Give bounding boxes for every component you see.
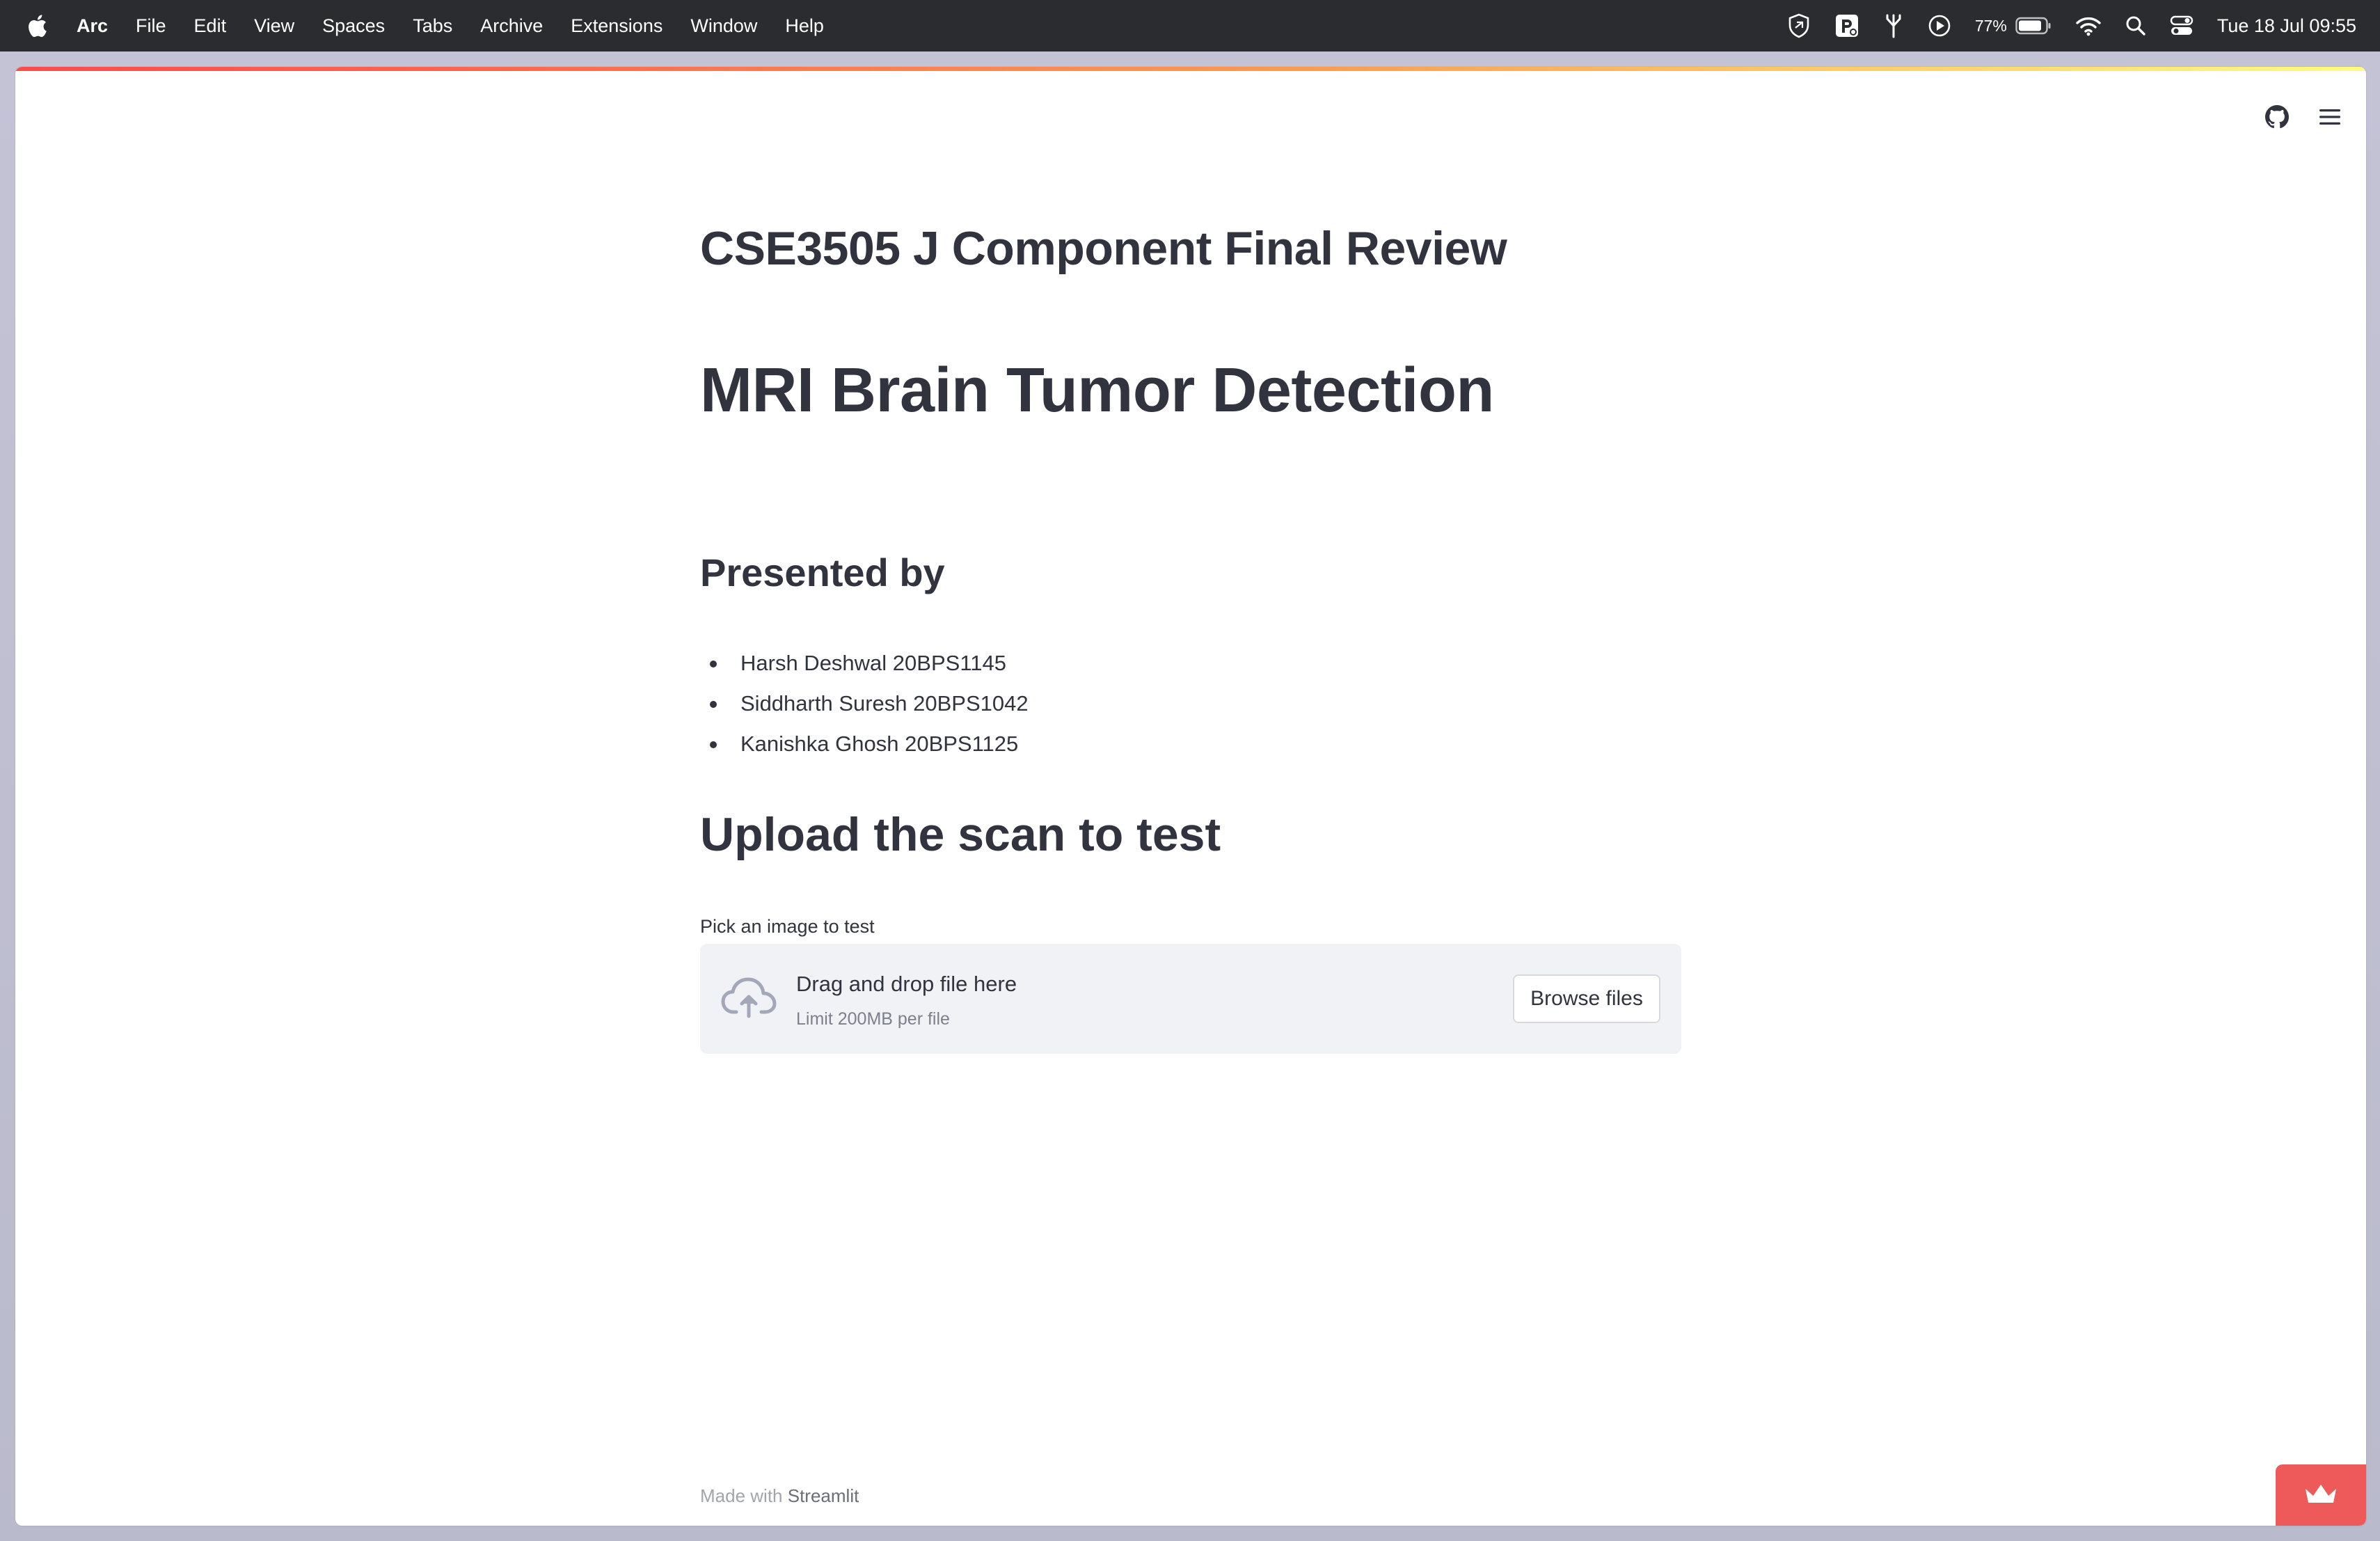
list-item: Siddharth Suresh 20BPS1042: [700, 683, 1029, 724]
battery-percent: 77%: [1974, 16, 2007, 35]
menu-window[interactable]: Window: [690, 15, 757, 37]
menu-bar-status: 77% Tue 18 Jul 09:55: [1763, 0, 2356, 52]
browse-files-button[interactable]: Browse files: [1513, 974, 1660, 1023]
footer-prefix: Made with: [700, 1485, 783, 1506]
apple-logo-icon[interactable]: [26, 14, 47, 38]
list-item: Harsh Deshwal 20BPS1145: [700, 643, 1029, 683]
wifi-icon[interactable]: [2075, 12, 2102, 40]
dropzone-limit: Limit 200MB per file: [796, 1009, 950, 1029]
uploader-label: Pick an image to test: [700, 916, 875, 937]
page-title: CSE3505 J Component Final Review: [700, 222, 1507, 275]
play-circle-icon[interactable]: [1928, 12, 1951, 40]
app-badge-icon[interactable]: [1834, 12, 1859, 40]
fork-icon[interactable]: [1883, 12, 1904, 40]
battery-icon[interactable]: [2015, 12, 2052, 40]
menu-help[interactable]: Help: [785, 15, 824, 37]
menu-app-name[interactable]: Arc: [77, 15, 108, 37]
menu-extensions[interactable]: Extensions: [571, 15, 663, 37]
menu-tabs[interactable]: Tabs: [413, 15, 452, 37]
menu-archive[interactable]: Archive: [480, 15, 543, 37]
streamlit-badge[interactable]: [2276, 1464, 2366, 1526]
upload-heading: Upload the scan to test: [700, 808, 1221, 861]
menu-edit[interactable]: Edit: [194, 15, 227, 37]
footer: Made with Streamlit: [700, 1485, 859, 1507]
presented-by-heading: Presented by: [700, 551, 945, 594]
footer-brand-link[interactable]: Streamlit: [788, 1485, 859, 1506]
menu-bar-left: Arc File Edit View Spaces Tabs Archive E…: [0, 0, 852, 52]
file-dropzone[interactable]: Drag and drop file here Limit 200MB per …: [700, 944, 1681, 1054]
shield-icon[interactable]: [1787, 12, 1811, 40]
dropzone-instructions: Drag and drop file here: [796, 972, 1017, 996]
list-item: Kanishka Ghosh 20BPS1125: [700, 724, 1029, 764]
search-icon[interactable]: [2125, 12, 2146, 40]
header-decoration-bar: [15, 67, 2366, 71]
menu-clock[interactable]: Tue 18 Jul 09:55: [2217, 15, 2356, 37]
hamburger-menu-icon[interactable]: [2313, 100, 2347, 134]
menu-view[interactable]: View: [254, 15, 294, 37]
github-icon[interactable]: [2260, 100, 2294, 134]
browser-window: CSE3505 J Component Final Review MRI Bra…: [0, 52, 2380, 1541]
menu-spaces[interactable]: Spaces: [322, 15, 385, 37]
web-page: CSE3505 J Component Final Review MRI Bra…: [15, 67, 2366, 1526]
presenters-list: Harsh Deshwal 20BPS1145 Siddharth Suresh…: [700, 643, 1029, 764]
main-heading: MRI Brain Tumor Detection: [700, 356, 1494, 425]
menu-bar: Arc File Edit View Spaces Tabs Archive E…: [0, 0, 2380, 52]
control-center-icon[interactable]: [2170, 12, 2193, 40]
page-toolbar: [2241, 100, 2347, 134]
crown-icon: [2303, 1482, 2339, 1509]
cloud-upload-icon: [721, 976, 777, 1020]
menu-file[interactable]: File: [136, 15, 166, 37]
